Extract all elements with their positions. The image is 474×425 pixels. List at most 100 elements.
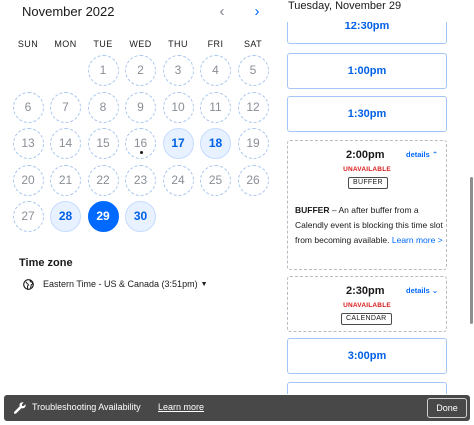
chevron-left-icon[interactable]: ‹ [214,3,230,21]
busy-description-title: BUFFER [295,205,330,215]
day-number: 19 [246,136,260,150]
day-number: 12 [246,99,260,114]
details-label: details [406,286,430,295]
wrench-icon [13,402,26,414]
day-number: 9 [137,99,144,114]
day-13: 13 [12,128,44,159]
day-number: 3 [174,63,182,77]
chevron-up-icon: ⌃ [431,150,439,159]
time-slot[interactable]: 12:30pm [287,22,447,44]
day-23: 23 [125,164,156,196]
banner-learn-more-link[interactable]: Learn more [158,402,204,412]
day-19: 19 [237,128,269,159]
day-16: 16 [125,128,156,159]
learn-more-link[interactable]: Learn more > [392,235,443,245]
month-title: November 2022 [22,4,115,19]
day-number: 20 [21,172,35,187]
banner-text: Troubleshooting Availability [32,402,141,412]
day-22: 22 [87,164,119,196]
chevron-down-icon: ⌄ [431,286,439,295]
day-4: 4 [200,55,231,86]
time-slot[interactable]: 3:00pm [287,338,447,374]
day-27: 27 [12,201,44,232]
today-indicator-dot [139,151,143,154]
time-slot[interactable] [287,382,447,394]
time-slot[interactable]: 1:30pm [287,96,447,132]
chevron-right-icon[interactable]: › [249,3,265,21]
day-number: 7 [62,99,69,114]
day-number: 11 [209,99,222,114]
calendar-tag: CALENDAR [341,313,392,325]
buffer-tag: BUFFER [348,177,388,189]
day-number: 23 [133,172,148,187]
details-toggle[interactable]: details ⌃ [406,150,438,159]
day-number: 25 [208,172,223,187]
day-number: 14 [58,136,73,150]
weekday-header-row: SUN MON TUE WED THU FRI SAT [10,39,272,51]
day-2: 2 [125,55,156,86]
day-number: 24 [171,172,185,187]
day-1: 1 [87,55,119,86]
weekday-label: MON [54,39,77,49]
weekday-label: SAT [243,39,263,49]
done-button[interactable]: Done [427,398,467,418]
day-20: 20 [12,164,44,196]
day-number: 8 [99,99,107,114]
time-slot[interactable]: 1:00pm [287,53,447,89]
weekday-label: FRI [207,39,224,49]
day-5: 5 [237,55,269,86]
calendar-header: November 2022 ‹ › [22,3,272,22]
day-number: 27 [21,209,35,223]
timezone-title: Time zone [19,257,73,269]
details-label: details [406,150,430,159]
globe-icon [23,278,34,290]
day-17[interactable]: 17 [162,128,194,159]
details-toggle[interactable]: details ⌄ [406,286,438,295]
day-number: 10 [171,99,185,114]
busy-slot-time: 2:30pm [346,285,385,297]
day-26: 26 [237,164,269,196]
day-10: 10 [162,91,194,123]
day-24: 24 [162,164,194,196]
day-11: 11 [200,91,231,123]
day-number: 1 [99,63,107,77]
day-29[interactable]: 29 [87,201,119,232]
time-slot-list[interactable]: 12:30pm 1:00pm 1:30pm 2:00pm details ⌃ U… [280,22,474,394]
day-21: 21 [50,164,81,196]
busy-description: BUFFER – An after buffer from a Calendly… [295,203,445,248]
unavailable-label: UNAVAILABLE [343,166,391,173]
day-number: 16 [133,136,148,150]
busy-slot-buffer: 2:00pm details ⌃ UNAVAILABLE BUFFER BUFF… [287,140,447,270]
day-number: 2 [137,63,144,77]
caret-down-icon: ▼ [200,280,208,288]
unavailable-label: UNAVAILABLE [343,302,391,309]
busy-slot-calendar: 2:30pm details ⌄ UNAVAILABLE CALENDAR [287,276,447,332]
day-15: 15 [87,128,119,159]
day-28[interactable]: 28 [50,201,81,232]
day-number: 26 [246,172,260,187]
day-7: 7 [50,91,81,123]
day-number: 5 [249,63,257,77]
day-number: 30 [133,209,148,223]
day-6: 6 [12,91,44,123]
day-12: 12 [237,91,269,123]
day-number: 4 [212,63,219,77]
weekday-label: WED [129,39,152,49]
day-number: 13 [21,136,35,150]
weekday-label: TUE [93,39,113,49]
day-9: 9 [125,91,156,123]
timezone-value: Eastern Time - US & Canada (3:51pm) [43,279,198,289]
day-number: 21 [58,172,73,187]
day-number: 15 [96,136,110,150]
day-number: 28 [58,209,73,223]
timezone-selector[interactable]: Eastern Time - US & Canada (3:51pm) ▼ [23,277,208,291]
busy-slot-time: 2:00pm [346,149,385,161]
day-number: 29 [96,209,110,223]
day-number: 6 [24,99,32,114]
weekday-label: SUN [17,39,39,49]
day-3: 3 [162,55,194,86]
day-18[interactable]: 18 [200,128,231,159]
scrollbar[interactable] [470,177,473,324]
day-30[interactable]: 30 [125,201,156,232]
selected-day-title: Tuesday, November 29 [288,0,402,12]
